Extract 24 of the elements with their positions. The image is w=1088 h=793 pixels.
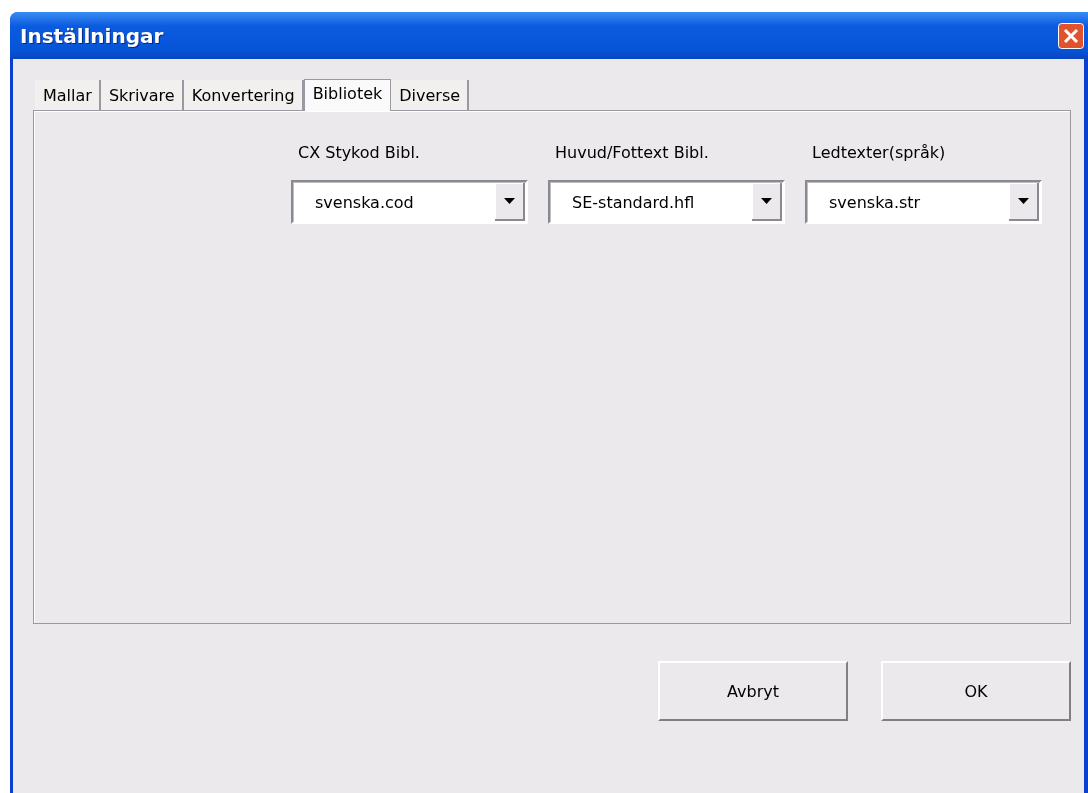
dropdown[interactable]: svenska.cod [291,180,528,224]
dropdown[interactable]: SE-standard.hfl [548,180,785,224]
tab[interactable]: Skrivare [100,80,184,110]
window-title: Inställningar [20,23,164,48]
tab[interactable]: Mallar [35,80,101,110]
dropdown-value: SE-standard.hfl [572,192,695,212]
field-label: Huvud/Fottext Bibl. [554,143,710,162]
caret-icon [1017,198,1029,204]
dropdown-arrow-button[interactable] [752,183,782,221]
caret-icon [760,198,772,204]
field-label: Ledtexter(språk) [811,143,947,162]
close-icon[interactable] [1058,22,1084,49]
field-label: CX Stykod Bibl. [297,143,421,162]
tab[interactable]: Diverse [391,80,470,110]
dropdown-value: svenska.str [829,192,921,212]
dropdown-arrow-button[interactable] [1009,183,1039,221]
caret-icon [503,198,515,204]
dialog-button[interactable]: Avbryt [658,661,848,721]
tab[interactable]: Bibliotek [303,79,392,111]
dropdown[interactable]: svenska.str [805,180,1042,224]
dialog-button[interactable]: OK [881,661,1071,721]
dropdown-value: svenska.cod [315,192,414,212]
tab[interactable]: Konvertering [183,80,304,110]
dropdown-arrow-button[interactable] [495,183,525,221]
